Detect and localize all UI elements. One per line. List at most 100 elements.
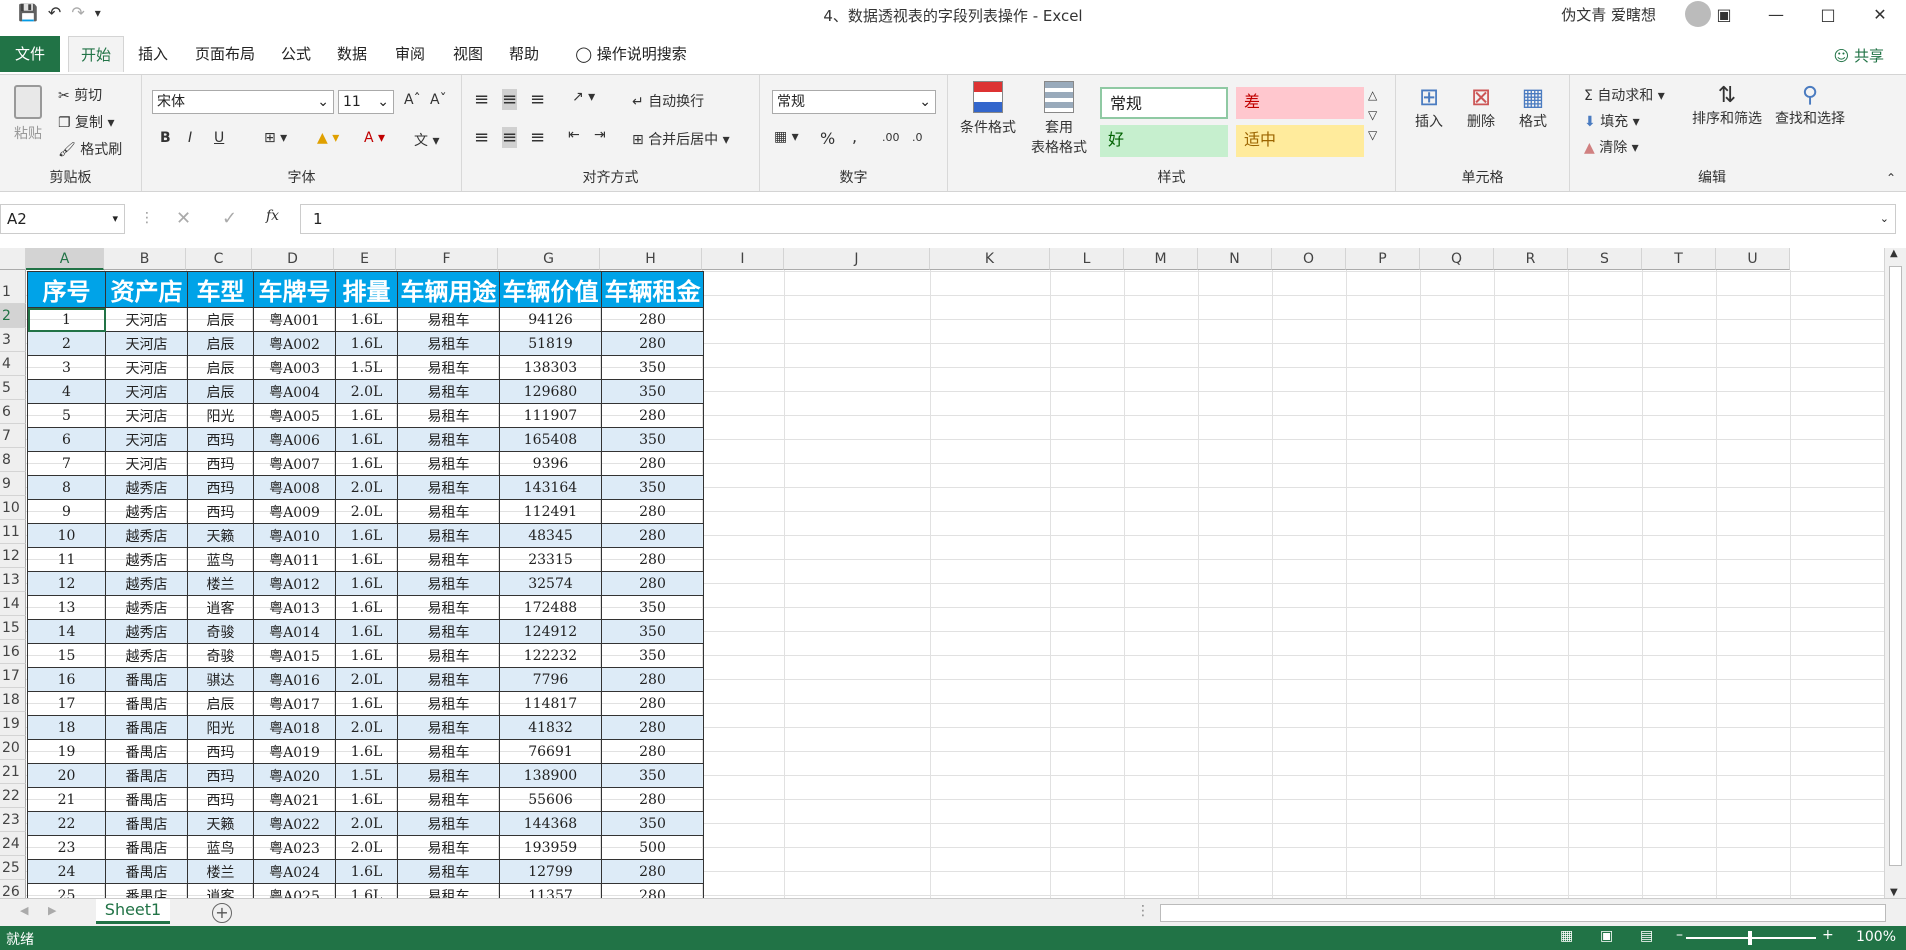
column-header-d[interactable]: D — [252, 248, 334, 270]
table-cell[interactable]: 5 — [27, 403, 106, 428]
table-header-cell[interactable]: 排量 — [335, 271, 398, 308]
table-cell[interactable]: 天河店 — [105, 451, 188, 476]
table-cell[interactable]: 350 — [601, 379, 704, 404]
table-cell[interactable]: 易租车 — [397, 571, 500, 596]
cancel-icon[interactable]: ✕ — [176, 208, 191, 229]
table-cell[interactable]: 奇骏 — [187, 643, 254, 668]
table-cell[interactable]: 西玛 — [187, 475, 254, 500]
user-name[interactable]: 伪文青 爱瞎想 — [1561, 4, 1656, 25]
table-cell[interactable]: 西玛 — [187, 499, 254, 524]
table-cell[interactable]: 76691 — [499, 739, 602, 764]
table-cell[interactable]: 易租车 — [397, 835, 500, 860]
table-cell[interactable]: 天籁 — [187, 811, 254, 836]
table-cell[interactable]: 7 — [27, 451, 106, 476]
table-cell[interactable]: 楼兰 — [187, 571, 254, 596]
row-header[interactable]: 4 — [0, 352, 26, 376]
column-header-u[interactable]: U — [1716, 248, 1790, 270]
table-cell[interactable]: 易租车 — [397, 403, 500, 428]
table-cell[interactable]: 番禺店 — [105, 763, 188, 788]
zoom-out-icon[interactable]: – — [1676, 927, 1683, 943]
table-cell[interactable]: 粤A025 — [253, 883, 336, 898]
column-header-j[interactable]: J — [784, 248, 930, 270]
table-cell[interactable]: 23315 — [499, 547, 602, 572]
table-cell[interactable]: 易租车 — [397, 427, 500, 452]
table-cell[interactable]: 172488 — [499, 595, 602, 620]
cut-button[interactable]: ✂ 剪切 — [58, 85, 102, 105]
merge-center-button[interactable]: ⊞ 合并后居中 ▾ — [632, 129, 730, 149]
table-cell[interactable]: 天河店 — [105, 331, 188, 356]
increase-font-icon[interactable]: Aˆ — [404, 92, 421, 108]
table-cell[interactable]: 8 — [27, 475, 106, 500]
table-cell[interactable]: 楼兰 — [187, 859, 254, 884]
table-header-cell[interactable]: 车辆用途 — [397, 271, 500, 308]
table-cell[interactable]: 1 — [27, 307, 106, 332]
table-cell[interactable]: 280 — [601, 787, 704, 812]
table-cell[interactable]: 易租车 — [397, 499, 500, 524]
collapse-ribbon-icon[interactable]: ⌃ — [1886, 171, 1896, 185]
table-cell[interactable]: 280 — [601, 667, 704, 692]
table-cell[interactable]: 280 — [601, 883, 704, 898]
table-cell[interactable]: 21 — [27, 787, 106, 812]
table-cell[interactable]: 易租车 — [397, 739, 500, 764]
name-box[interactable]: A2 ▾ — [0, 204, 125, 234]
table-cell[interactable]: 西玛 — [187, 787, 254, 812]
comma-button[interactable]: , — [852, 127, 857, 146]
table-cell[interactable]: 15 — [27, 643, 106, 668]
table-cell[interactable]: 启辰 — [187, 379, 254, 404]
table-cell[interactable]: 阳光 — [187, 403, 254, 428]
table-cell[interactable]: 粤A023 — [253, 835, 336, 860]
table-cell[interactable]: 280 — [601, 691, 704, 716]
table-cell[interactable]: 124912 — [499, 619, 602, 644]
column-header-r[interactable]: R — [1494, 248, 1568, 270]
table-cell[interactable]: 2.0L — [335, 499, 398, 524]
align-top-icon[interactable]: ≡ — [474, 89, 489, 110]
zoom-in-icon[interactable]: + — [1822, 927, 1834, 943]
table-cell[interactable]: 越秀店 — [105, 475, 188, 500]
table-cell[interactable]: 蓝鸟 — [187, 547, 254, 572]
table-cell[interactable]: 280 — [601, 523, 704, 548]
table-cell[interactable]: 天河店 — [105, 379, 188, 404]
table-cell[interactable]: 2.0L — [335, 475, 398, 500]
add-sheet-icon[interactable]: + — [212, 903, 232, 923]
table-cell[interactable]: 粤A022 — [253, 811, 336, 836]
table-cell[interactable]: 粤A016 — [253, 667, 336, 692]
table-cell[interactable]: 越秀店 — [105, 523, 188, 548]
column-header-b[interactable]: B — [104, 248, 186, 270]
table-cell[interactable]: 23 — [27, 835, 106, 860]
table-cell[interactable]: 1.5L — [335, 355, 398, 380]
column-header-f[interactable]: F — [396, 248, 498, 270]
table-cell[interactable]: 94126 — [499, 307, 602, 332]
row-header[interactable]: 21 — [0, 760, 26, 784]
fill-color-icon[interactable]: ▲ ▾ — [317, 130, 339, 146]
table-cell[interactable]: 48345 — [499, 523, 602, 548]
row-header[interactable]: 20 — [0, 736, 26, 760]
zoom-slider-knob[interactable] — [1748, 931, 1752, 945]
row-header[interactable]: 22 — [0, 784, 26, 808]
table-cell[interactable]: 350 — [601, 763, 704, 788]
table-header-cell[interactable]: 车型 — [187, 271, 254, 308]
table-cell[interactable]: 1.6L — [335, 547, 398, 572]
table-cell[interactable]: 350 — [601, 475, 704, 500]
page-break-view-icon[interactable]: ▤ — [1640, 928, 1653, 944]
currency-icon[interactable]: ▦ ▾ — [774, 129, 799, 145]
table-cell[interactable]: 1.6L — [335, 859, 398, 884]
table-cell[interactable]: 粤A014 — [253, 619, 336, 644]
style-bad[interactable]: 差 — [1236, 87, 1364, 119]
table-cell[interactable]: 易租车 — [397, 331, 500, 356]
table-cell[interactable]: 280 — [601, 859, 704, 884]
table-cell[interactable]: 14 — [27, 619, 106, 644]
table-cell[interactable]: 7796 — [499, 667, 602, 692]
table-header-cell[interactable]: 车辆价值 — [499, 271, 602, 308]
table-cell[interactable]: 西玛 — [187, 427, 254, 452]
column-header-o[interactable]: O — [1272, 248, 1346, 270]
table-cell[interactable]: 280 — [601, 715, 704, 740]
increase-decimal-button[interactable]: .00 — [882, 131, 900, 144]
table-cell[interactable]: 1.6L — [335, 883, 398, 898]
table-header-cell[interactable]: 车牌号 — [253, 271, 336, 308]
styles-scroll[interactable]: △ ▽ ▽ — [1368, 85, 1377, 145]
page-layout-view-icon[interactable]: ▣ — [1600, 928, 1613, 944]
table-cell[interactable]: 32574 — [499, 571, 602, 596]
zoom-slider[interactable] — [1686, 931, 1816, 945]
table-header-cell[interactable]: 序号 — [27, 271, 106, 308]
table-cell[interactable]: 138303 — [499, 355, 602, 380]
